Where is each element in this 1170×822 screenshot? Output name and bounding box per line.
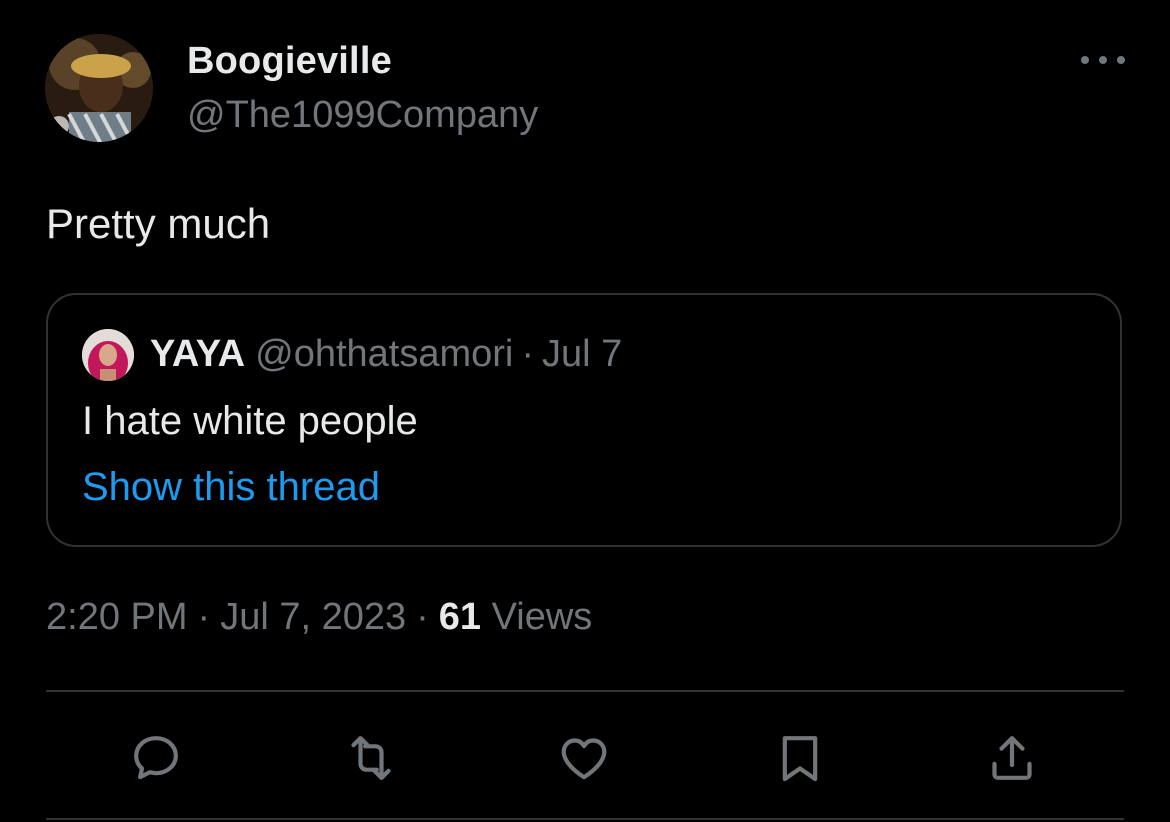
author-handle[interactable]: @The1099Company — [187, 94, 538, 137]
more-dot — [1099, 56, 1107, 64]
author-avatar-image — [45, 34, 153, 142]
tweet-detail: Boogieville @The1099Company Pretty much … — [0, 0, 1170, 822]
quoted-author-name[interactable]: YAYA — [150, 333, 245, 375]
views-count: 61 — [438, 596, 482, 638]
retweet-button[interactable] — [341, 728, 401, 788]
meta-separator: · — [416, 596, 429, 638]
views-label: Views — [491, 596, 593, 638]
meta-separator: · — [197, 596, 211, 638]
author-avatar[interactable] — [45, 34, 153, 142]
bookmark-icon — [782, 736, 818, 782]
tweet-date[interactable]: Jul 7, 2023 — [220, 596, 406, 638]
quoted-author-handle[interactable]: @ohthatsamori — [255, 333, 513, 375]
quoted-tweet-header: YAYA @ohthatsamori · Jul 7 — [150, 333, 622, 376]
divider — [46, 690, 1124, 692]
more-dot — [1117, 56, 1125, 64]
retweet-icon — [351, 736, 391, 780]
like-icon — [561, 738, 607, 780]
quoted-tweet-text: I hate white people — [82, 399, 418, 443]
share-button[interactable] — [982, 728, 1042, 788]
quoted-author-avatar[interactable] — [82, 329, 134, 381]
bookmark-button[interactable] — [770, 728, 830, 788]
author-name[interactable]: Boogieville — [187, 40, 392, 83]
reply-button[interactable] — [126, 728, 186, 788]
quoted-separator: · — [521, 333, 535, 375]
more-dot — [1081, 56, 1089, 64]
tweet-time[interactable]: 2:20 PM — [46, 596, 188, 638]
like-button[interactable] — [554, 728, 614, 788]
tweet-meta: 2:20 PM · Jul 7, 2023 · 61 Views — [46, 596, 592, 639]
quoted-date[interactable]: Jul 7 — [542, 333, 622, 375]
more-options-icon[interactable] — [1081, 44, 1125, 76]
quoted-tweet-card[interactable]: YAYA @ohthatsamori · Jul 7 I hate white peo… — [46, 293, 1122, 547]
quoted-avatar-image — [82, 329, 134, 381]
reply-icon — [134, 736, 178, 780]
tweet-text: Pretty much — [46, 200, 271, 247]
share-icon — [992, 736, 1032, 780]
show-thread-link[interactable]: Show this thread — [82, 465, 380, 510]
divider — [46, 818, 1124, 820]
